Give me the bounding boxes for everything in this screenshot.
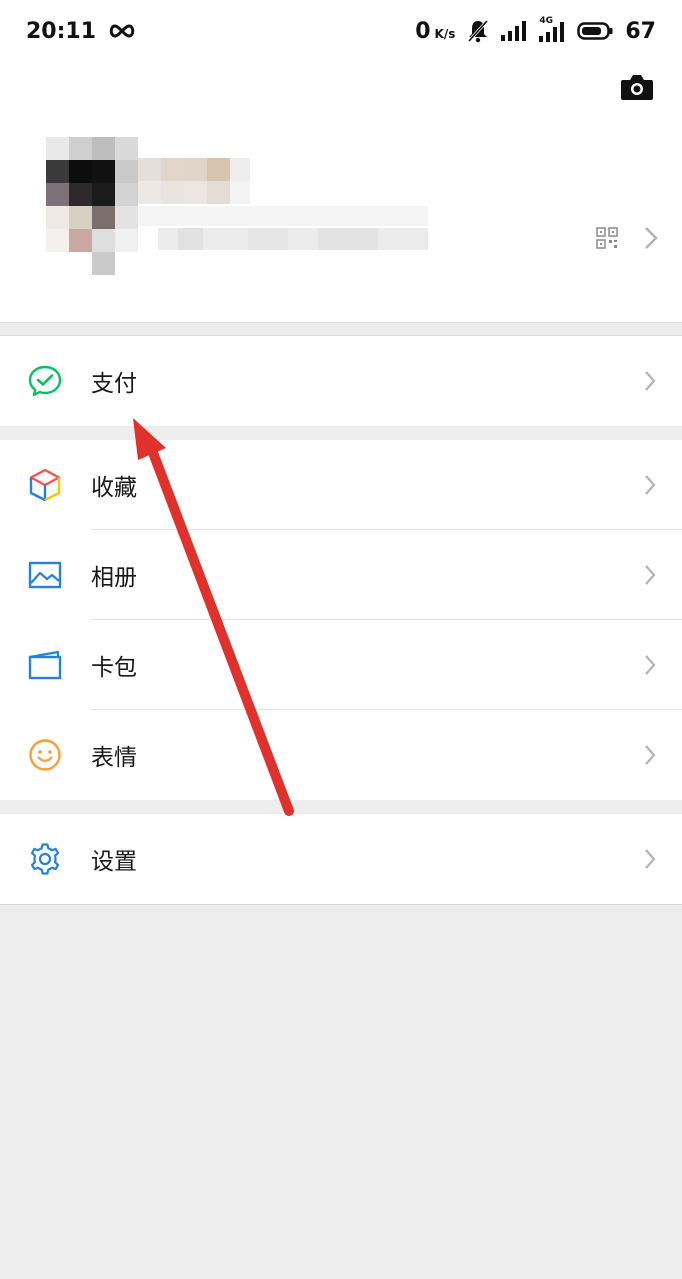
menu-item-settings[interactable]: 设置 <box>0 814 682 904</box>
chevron-right-icon[interactable] <box>644 226 658 250</box>
network-speed: 0 K/s <box>415 18 456 44</box>
chevron-right-icon <box>645 745 656 765</box>
menu-item-pay[interactable]: 支付 <box>0 336 682 426</box>
smiley-icon <box>29 739 61 771</box>
menu-item-label: 设置 <box>91 849 137 875</box>
menu-group-pay: 支付 <box>0 336 682 426</box>
menu-item-stickers[interactable]: 表情 <box>0 710 682 800</box>
menu-item-label: 表情 <box>91 745 137 771</box>
infinity-icon <box>109 24 135 38</box>
menu-item-album[interactable]: 相册 <box>0 530 682 620</box>
cube-icon <box>29 468 61 502</box>
menu-item-label: 卡包 <box>91 655 137 681</box>
status-time: 20:11 <box>26 18 97 44</box>
network-type-icon: 4G <box>539 16 565 42</box>
gear-icon <box>30 843 60 875</box>
menu-item-label: 收藏 <box>91 475 137 501</box>
chevron-right-icon <box>645 655 656 675</box>
menu-group-settings: 设置 <box>0 814 682 904</box>
battery-icon <box>577 22 613 40</box>
menu-group-main: 收藏 相册 卡包 表情 <box>0 440 682 800</box>
section-divider <box>0 904 682 905</box>
menu-item-label: 支付 <box>91 371 137 397</box>
battery-level: 67 <box>625 18 656 44</box>
menu-item-favorites[interactable]: 收藏 <box>0 440 682 530</box>
menu-item-label: 相册 <box>91 565 137 591</box>
mute-bell-icon <box>468 19 489 43</box>
camera-icon[interactable] <box>620 72 654 102</box>
wechat-me-page: 20:11 0 K/s 4G 67 支付 收藏 相册 卡包 表情 设置 <box>0 0 682 1279</box>
chevron-right-icon <box>645 565 656 585</box>
photo-icon <box>28 561 62 589</box>
menu-item-cards[interactable]: 卡包 <box>0 620 682 710</box>
qr-code-icon[interactable] <box>596 227 618 249</box>
section-divider <box>0 322 682 323</box>
wechat-pay-icon <box>28 365 62 397</box>
chevron-right-icon <box>645 475 656 495</box>
profile-header[interactable] <box>0 62 682 322</box>
chevron-right-icon <box>645 849 656 869</box>
wallet-icon <box>28 650 62 680</box>
status-bar: 20:11 0 K/s 4G 67 <box>0 0 682 62</box>
chevron-right-icon <box>645 371 656 391</box>
avatar[interactable] <box>46 137 138 275</box>
username-mosaic <box>138 158 428 250</box>
signal-icon <box>501 21 527 41</box>
